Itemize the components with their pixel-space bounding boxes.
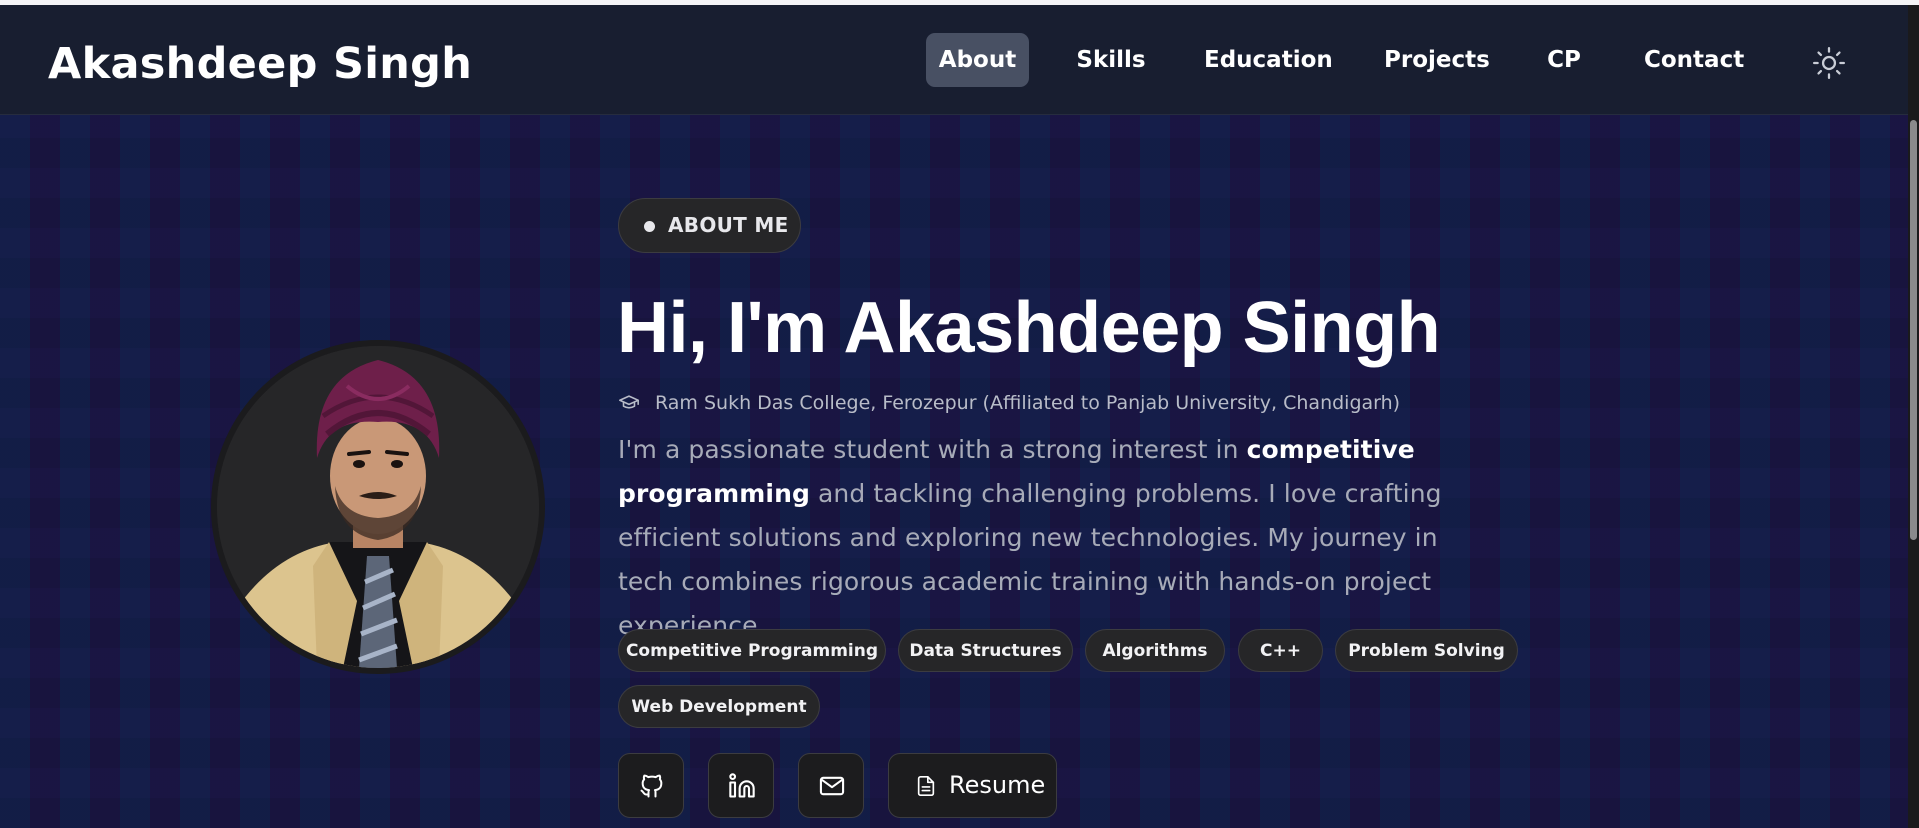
about-me-badge: ABOUT ME — [618, 198, 801, 253]
graduation-cap-icon — [619, 395, 639, 409]
github-button[interactable] — [618, 753, 684, 818]
badge-label: ABOUT ME — [668, 213, 789, 237]
skill-tag: Problem Solving — [1335, 629, 1518, 672]
page-title: Hi, I'm Akashdeep Singh — [617, 288, 1441, 368]
navbar: Akashdeep Singh About Skills Education P… — [0, 5, 1908, 115]
badge-dot — [644, 221, 655, 232]
resume-label: Resume — [949, 771, 1046, 799]
file-icon — [917, 776, 935, 796]
sun-icon — [1812, 46, 1846, 80]
skill-tag: Competitive Programming — [618, 629, 886, 672]
college-name: Ram Sukh Das College, Ferozepur (Affilia… — [655, 392, 1401, 414]
nav-about[interactable]: About — [926, 33, 1029, 87]
profile-avatar — [211, 340, 545, 674]
resume-button[interactable]: Resume — [888, 753, 1057, 818]
nav-contact[interactable]: Contact — [1644, 33, 1744, 87]
linkedin-button[interactable] — [708, 753, 774, 818]
linkedin-icon — [729, 773, 755, 798]
bio-intro: I'm a passionate student with a strong i… — [618, 435, 1247, 464]
nav-education[interactable]: Education — [1204, 33, 1333, 87]
mail-icon — [819, 776, 845, 796]
skill-tag: Data Structures — [898, 629, 1073, 672]
skill-tag: Algorithms — [1085, 629, 1225, 672]
scrollbar-thumb[interactable] — [1910, 120, 1917, 540]
theme-toggle-button[interactable] — [1812, 46, 1846, 80]
bio-paragraph: I'm a passionate student with a strong i… — [618, 428, 1498, 648]
nav-cp[interactable]: CP — [1544, 33, 1584, 87]
brand-logo[interactable]: Akashdeep Singh — [48, 39, 472, 89]
github-icon — [640, 774, 663, 798]
skill-tag: Web Development — [618, 685, 820, 728]
skill-tag: C++ — [1238, 629, 1323, 672]
nav-projects[interactable]: Projects — [1384, 33, 1490, 87]
nav-skills[interactable]: Skills — [1076, 33, 1146, 87]
email-button[interactable] — [798, 753, 864, 818]
